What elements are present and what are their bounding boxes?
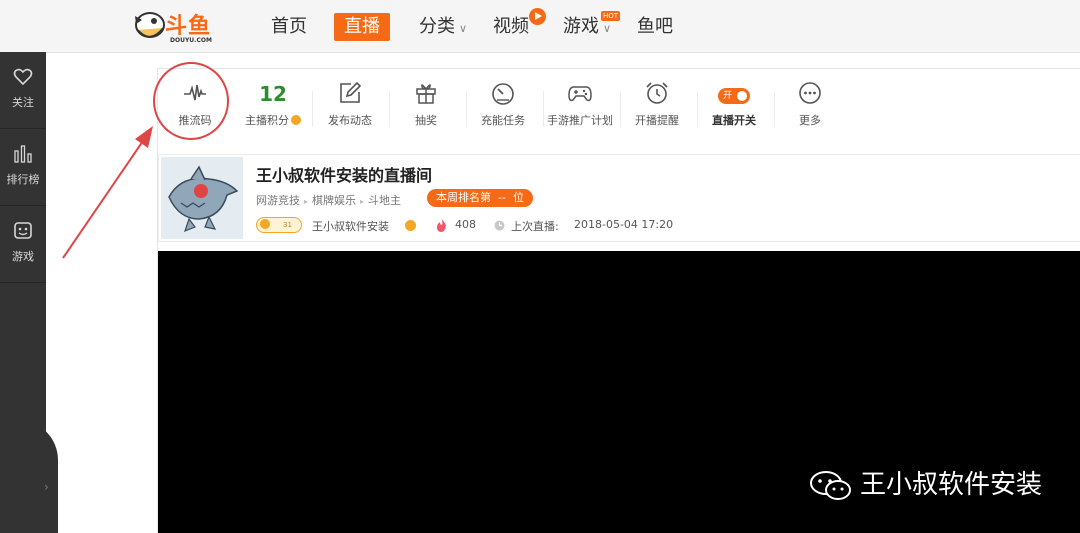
clock-icon — [494, 220, 505, 231]
douyu-logo[interactable]: 斗鱼 DOUYU.COM — [133, 8, 223, 46]
category-link[interactable]: 棋牌娱乐 — [312, 194, 356, 207]
chevron-right-icon: › — [44, 480, 49, 494]
tool-label: 直播开关 — [712, 114, 756, 127]
level-number: 31 — [283, 221, 292, 229]
alarm-clock-icon — [646, 82, 668, 104]
tool-more[interactable]: 更多 — [773, 69, 847, 141]
chat-bubble-icon — [405, 220, 416, 231]
rank-value: -- — [498, 191, 506, 204]
last-live-label: 上次直播: — [511, 220, 559, 233]
nav-category-label: 分类 — [419, 16, 455, 37]
sidebar-item-label: 游戏 — [12, 250, 34, 263]
category-link[interactable]: 网游竞技 — [256, 194, 300, 207]
tool-label: 抽奖 — [415, 114, 437, 127]
nav-games[interactable]: 游戏 ∨ — [563, 0, 611, 52]
gauge-icon — [492, 83, 514, 105]
rank-label: 本周排名第 — [436, 191, 491, 204]
heart-icon — [13, 68, 33, 86]
tool-label: 开播提醒 — [635, 114, 679, 127]
anchor-points-value: 12 — [259, 82, 287, 106]
tool-anchor-points[interactable]: 12 主播积分 — [236, 69, 310, 141]
room-category-path: 网游竞技 ▸ 棋牌娱乐 ▸ 斗地主 — [256, 192, 401, 208]
bar-chart-icon — [14, 145, 32, 163]
sidebar-item-label: 排行榜 — [6, 173, 40, 186]
sidebar-expand-tab[interactable]: › — [0, 420, 58, 533]
logo-subtext: DOUYU.COM — [170, 37, 212, 44]
tool-label: 发布动态 — [328, 114, 372, 127]
annotation-arrow — [62, 126, 153, 259]
sidebar-item-games[interactable]: 游戏 — [0, 206, 46, 283]
tool-publish-post[interactable]: 发布动态 — [313, 69, 387, 141]
sidebar-item-ranking[interactable]: 排行榜 — [0, 129, 46, 206]
weekly-rank-badge: 本周排名第 -- 位 — [427, 189, 533, 207]
separator-triangle-icon: ▸ — [304, 197, 309, 206]
nav-fishbar[interactable]: 鱼吧 — [637, 0, 673, 52]
flame-icon — [437, 219, 446, 232]
tool-charge-task[interactable]: 充能任务 — [466, 69, 540, 141]
tool-live-reminder[interactable]: 开播提醒 — [620, 69, 694, 141]
more-icon — [799, 82, 821, 104]
sidebar-item-label: 关注 — [12, 96, 34, 109]
watermark-text: 王小叔软件安装 — [860, 470, 1043, 500]
level-icon — [260, 219, 270, 229]
separator-triangle-icon: ▸ — [360, 197, 365, 206]
tool-live-switch[interactable]: 直播开关 — [697, 69, 771, 141]
nav-home[interactable]: 首页 — [271, 0, 307, 52]
gift-icon — [416, 84, 436, 104]
tool-label: 更多 — [799, 114, 821, 127]
tool-label: 充能任务 — [481, 114, 525, 127]
room-info-card: 王小叔软件安装的直播间 网游竞技 ▸ 棋牌娱乐 ▸ 斗地主 本周排名第 -- 位 31 … — [158, 154, 1080, 242]
nav-video[interactable]: 视频 — [493, 0, 529, 52]
tool-lottery[interactable]: 抽奖 — [389, 69, 463, 141]
sidebar-item-follow[interactable]: 关注 — [0, 52, 46, 129]
heat-value: 408 — [455, 218, 476, 231]
anchor-level-badge: 31 — [256, 217, 302, 233]
top-navigation-bar: 斗鱼 DOUYU.COM 首页 直播 分类 ∨ 视频 游戏 ∨ HOT 鱼吧 — [0, 0, 1080, 53]
category-link[interactable]: 斗地主 — [368, 194, 401, 207]
anchor-points-label: 主播积分 — [245, 114, 289, 127]
gamepad-icon — [568, 86, 592, 102]
room-title: 王小叔软件安装的直播间 — [256, 166, 433, 185]
tool-label: 手游推广计划 — [547, 114, 613, 127]
room-avatar[interactable] — [161, 157, 243, 239]
last-live-time: 2018-05-04 17:20 — [574, 218, 674, 231]
help-dot-icon[interactable] — [291, 115, 301, 125]
wechat-logo-icon — [810, 471, 851, 500]
nav-category[interactable]: 分类 ∨ — [419, 0, 467, 52]
room-owner-name[interactable]: 王小叔软件安装 — [312, 218, 389, 234]
chevron-down-icon: ∨ — [459, 22, 468, 35]
chevron-down-icon: ∨ — [603, 22, 612, 35]
rank-suffix: 位 — [512, 191, 524, 204]
tool-mobile-game-promo[interactable]: 手游推广计划 — [543, 69, 617, 141]
tool-label: 主播积分 — [236, 112, 310, 128]
anchor-toolbar: 推流码 12 主播积分 发布动态 抽奖 充能任务 手游推广计划 开播提醒 开 直… — [158, 68, 1080, 141]
logo-text: 斗鱼 — [165, 13, 212, 39]
play-badge-icon — [529, 8, 546, 25]
edit-icon — [340, 81, 362, 103]
nav-games-label: 游戏 — [563, 16, 599, 37]
shark-mascot-image — [161, 157, 243, 239]
nav-live[interactable]: 直播 — [334, 13, 390, 41]
fish-mascot-icon — [135, 12, 165, 38]
hot-badge: HOT — [601, 11, 621, 21]
game-face-icon — [14, 222, 32, 239]
